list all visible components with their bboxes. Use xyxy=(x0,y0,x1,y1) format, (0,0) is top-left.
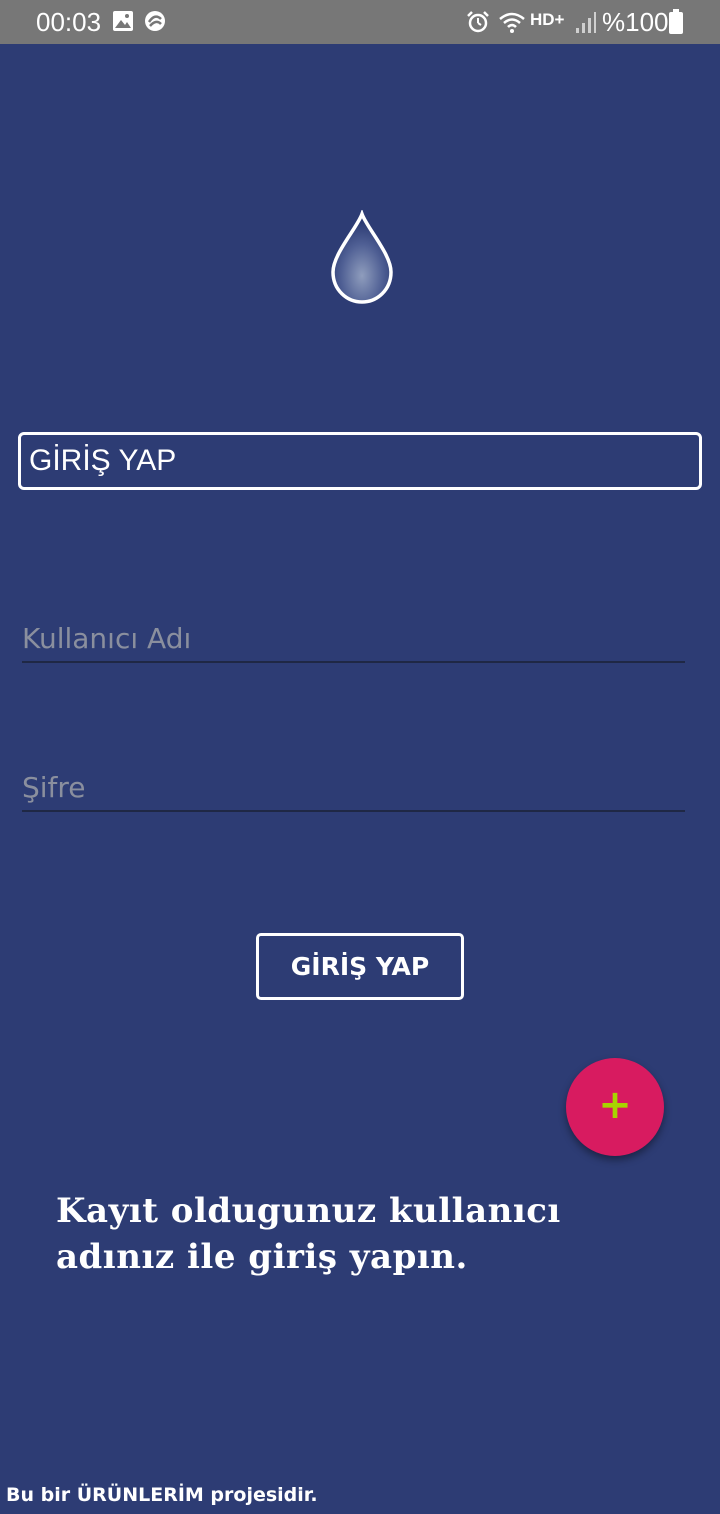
info-message: Kayıt oldugunuz kullanıcı adınız ile gir… xyxy=(56,1188,676,1280)
battery-percent: %100 xyxy=(602,7,669,37)
info-line-2: adınız ile giriş yapın. xyxy=(56,1237,468,1277)
register-fab-button[interactable]: + xyxy=(566,1058,664,1156)
plus-icon: + xyxy=(598,1082,632,1128)
page-title: GİRİŞ YAP xyxy=(18,432,702,490)
wifi-icon xyxy=(499,12,525,33)
password-field-container xyxy=(22,764,685,812)
image-icon xyxy=(113,11,133,31)
alarm-icon xyxy=(467,11,489,33)
status-bar: 00:03 HD+ %100 xyxy=(0,0,720,44)
login-button[interactable]: GİRİŞ YAP xyxy=(256,933,464,1000)
username-input[interactable] xyxy=(22,615,685,661)
sync-app-icon xyxy=(145,11,165,31)
info-line-1: Kayıt oldugunuz kullanıcı xyxy=(56,1191,561,1231)
status-time: 00:03 xyxy=(36,7,102,37)
water-drop-icon xyxy=(331,210,393,304)
network-type-label: HD+ xyxy=(530,10,565,29)
password-input[interactable] xyxy=(22,764,685,810)
username-field-container xyxy=(22,615,685,663)
signal-icon xyxy=(576,12,596,33)
footer-text: Bu bir ÜRÜNLERİM projesidir. xyxy=(6,1484,318,1506)
battery-icon xyxy=(669,9,683,34)
